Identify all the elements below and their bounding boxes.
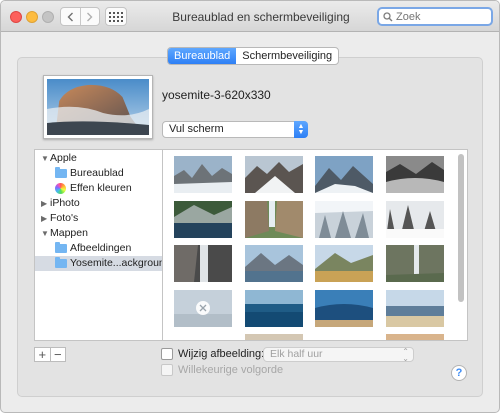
chevron-left-icon [67, 12, 73, 21]
wallpaper-grid [162, 149, 468, 341]
colorwheel-icon [55, 183, 67, 194]
source-list: ▼ Apple Bureaublad Effen kleuren ▶ iPhot… [34, 149, 162, 341]
disclosure-right-icon[interactable]: ▶ [41, 196, 47, 211]
remove-folder-button[interactable]: − [49, 348, 66, 361]
disclosure-right-icon[interactable]: ▶ [41, 211, 47, 226]
change-picture-label: Wijzig afbeelding: [178, 348, 265, 360]
popup-arrows-icon: ⌃ ⌄ [402, 347, 409, 363]
wallpaper-thumbnail[interactable] [174, 245, 232, 282]
wallpaper-thumbnail-loading[interactable] [174, 290, 232, 327]
sidebar-item-yosemite-background[interactable]: Yosemite...ackground [35, 256, 162, 271]
wallpaper-thumbnail[interactable] [386, 245, 444, 282]
search-icon [383, 11, 393, 21]
preferences-window: Bureaublad en schermbeveiliging Bureaubl… [0, 0, 500, 413]
add-remove-group: + − [34, 347, 66, 362]
sidebar-item-label: iPhoto [50, 197, 80, 209]
tab-desktop[interactable]: Bureaublad [168, 48, 237, 64]
popup-arrows-icon: ▲ ▼ [294, 121, 308, 138]
sidebar-item-label: Effen kleuren [70, 182, 132, 194]
sidebar-item-solid-colors[interactable]: Effen kleuren [35, 181, 162, 196]
wallpaper-thumbnail[interactable] [315, 245, 373, 282]
show-all-button[interactable] [105, 7, 127, 26]
wallpaper-thumbnail[interactable] [315, 290, 373, 327]
fill-mode-popup[interactable]: Vul scherm ▲ ▼ [162, 121, 308, 138]
back-forward-group [60, 7, 100, 26]
grid-scrollbar[interactable] [458, 154, 464, 302]
current-desktop-preview [43, 75, 153, 139]
folder-icon [55, 242, 67, 254]
preview-image [47, 79, 149, 135]
disclosure-down-icon[interactable]: ▼ [41, 226, 49, 241]
change-interval-value: Elk half uur [270, 348, 323, 360]
wallpaper-thumbnail[interactable] [315, 201, 373, 238]
wallpaper-thumbnail[interactable] [386, 334, 444, 341]
sidebar-item-label: Mappen [50, 227, 88, 239]
random-order-row: Willekeurige volgorde [161, 364, 283, 376]
wallpaper-thumbnail[interactable] [386, 201, 444, 238]
folder-icon [55, 167, 67, 179]
wallpaper-thumbnail[interactable] [174, 156, 232, 193]
image-name: yosemite-3-620x330 [162, 88, 271, 102]
title-bar: Bureaublad en schermbeveiliging [1, 1, 499, 32]
wallpaper-thumbnail[interactable] [245, 245, 303, 282]
window-title: Bureaublad en schermbeveiliging [172, 10, 350, 24]
disclosure-down-icon[interactable]: ▼ [41, 151, 49, 166]
back-button[interactable] [61, 8, 80, 25]
sidebar-item-photos[interactable]: ▶ Foto's [35, 211, 162, 226]
sidebar-item-apple[interactable]: ▼ Apple [35, 151, 162, 166]
minimize-button[interactable] [26, 11, 38, 23]
forward-button[interactable] [79, 8, 100, 25]
random-order-label: Willekeurige volgorde [178, 364, 284, 376]
add-folder-button[interactable]: + [35, 348, 50, 361]
wallpaper-thumbnail[interactable] [386, 290, 444, 327]
sidebar-item-label: Foto's [50, 212, 79, 224]
wallpaper-thumbnail[interactable] [174, 201, 232, 238]
folder-icon [55, 257, 67, 269]
fill-mode-value: Vul scherm [169, 123, 224, 135]
wallpaper-thumbnail[interactable] [245, 156, 303, 193]
help-button[interactable]: ? [451, 365, 467, 381]
sidebar-item-folders[interactable]: ▼ Mappen [35, 226, 162, 241]
change-picture-row: Wijzig afbeelding: [161, 348, 264, 360]
chevron-right-icon [87, 12, 93, 21]
wallpaper-thumbnail[interactable] [315, 156, 373, 193]
tab-bar: Bureaublad Schermbeveiliging [167, 47, 340, 65]
random-order-checkbox[interactable] [161, 364, 173, 376]
sidebar-item-label: Yosemite...ackground [70, 257, 162, 269]
change-picture-checkbox[interactable] [161, 348, 173, 360]
close-button[interactable] [10, 11, 22, 23]
search-field[interactable] [377, 7, 493, 26]
wallpaper-thumbnail[interactable] [245, 290, 303, 327]
sidebar-item-label: Afbeeldingen [70, 242, 132, 254]
sidebar-item-desktop-pictures[interactable]: Bureaublad [35, 166, 162, 181]
change-interval-popup[interactable]: Elk half uur ⌃ ⌄ [263, 347, 414, 363]
zoom-button[interactable] [42, 11, 54, 23]
wallpaper-thumbnail[interactable] [245, 201, 303, 238]
sidebar-item-label: Bureaublad [70, 167, 124, 179]
wallpaper-thumbnail[interactable] [386, 156, 444, 193]
search-input[interactable] [396, 10, 476, 23]
wallpaper-thumbnail[interactable] [245, 334, 303, 341]
sidebar-item-pictures[interactable]: Afbeeldingen [35, 241, 162, 256]
sidebar-item-label: Apple [50, 152, 77, 164]
tab-screensaver[interactable]: Schermbeveiliging [236, 48, 338, 64]
sidebar-item-iphoto[interactable]: ▶ iPhoto [35, 196, 162, 211]
